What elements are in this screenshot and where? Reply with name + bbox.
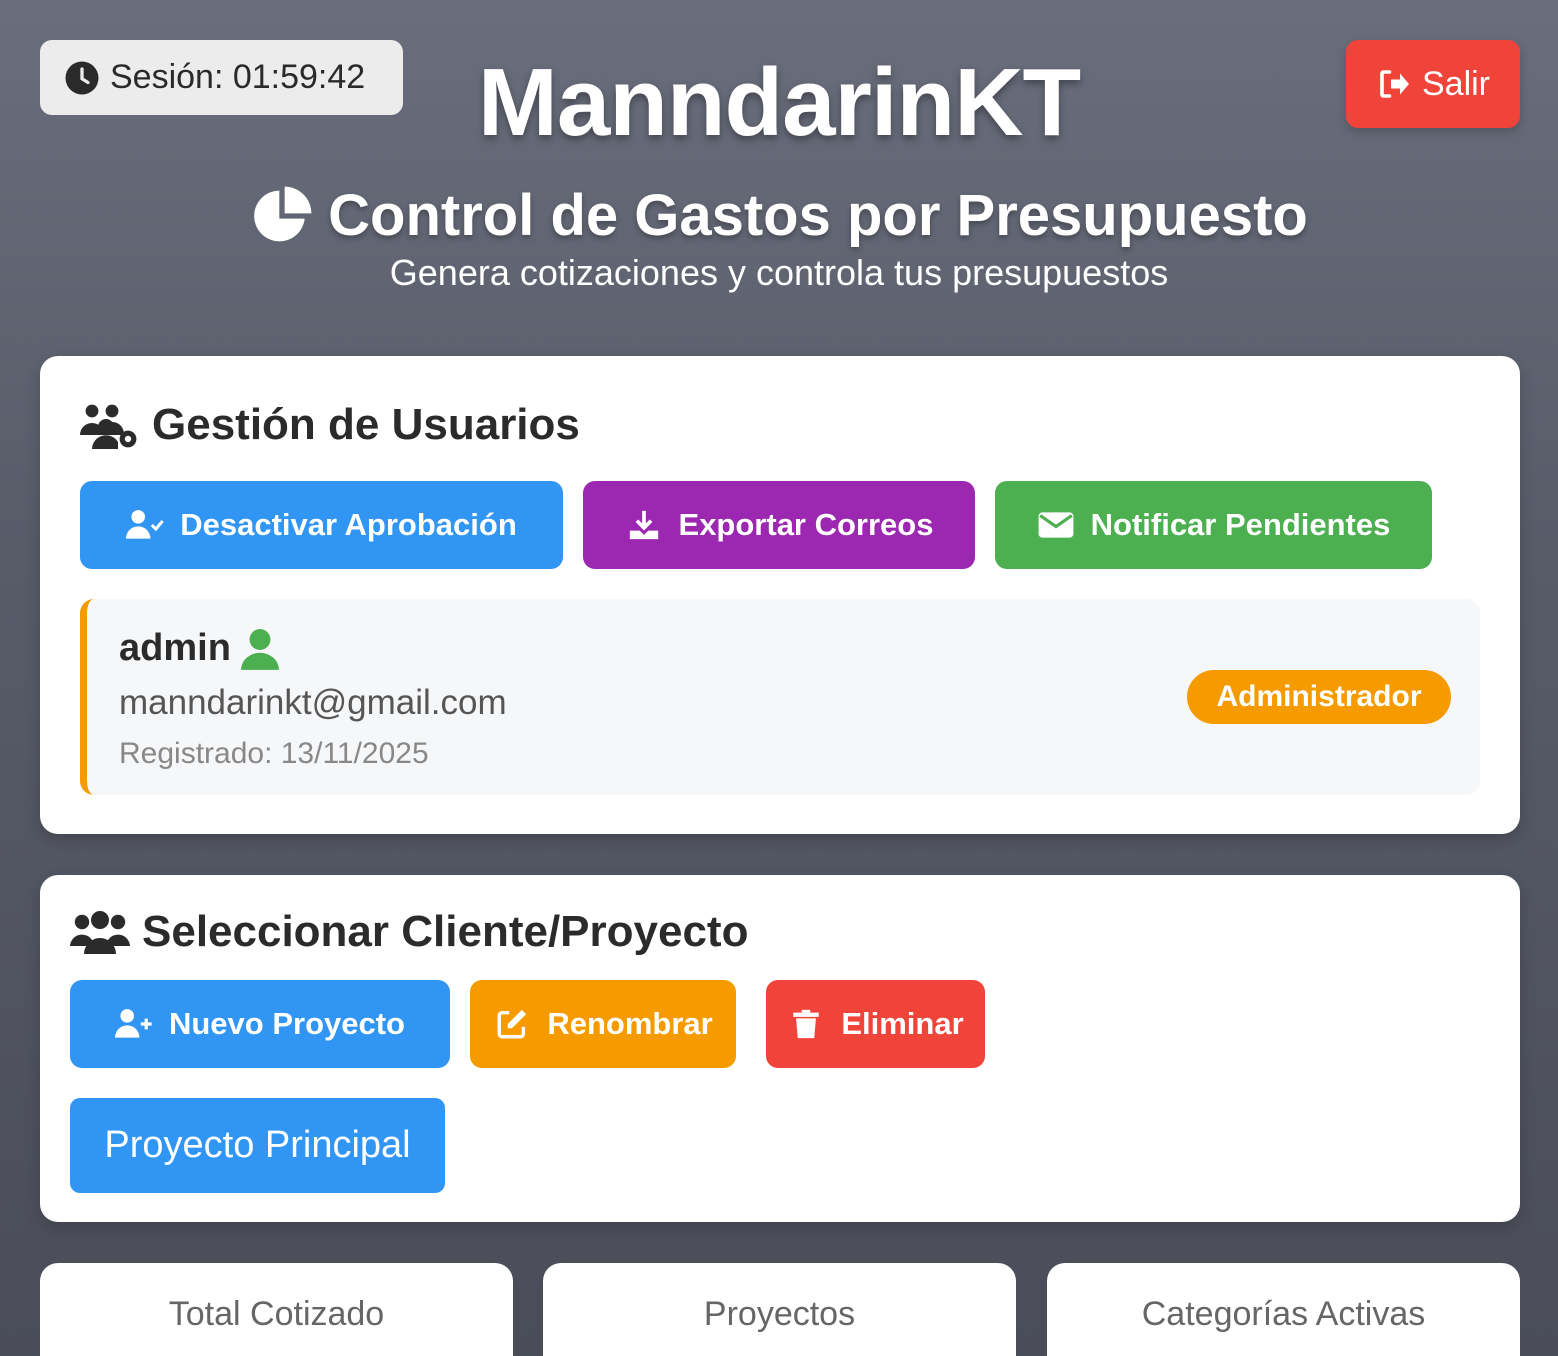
role-badge: Administrador [1187,670,1451,724]
disable-approval-button[interactable]: Desactivar Aprobación [80,481,563,569]
user-name: admin [119,627,279,670]
envelope-icon [1038,512,1074,538]
rename-label: Renombrar [547,1006,713,1041]
users-gear-icon [80,404,137,449]
project-select-label: Seleccionar Cliente/Proyecto [142,907,749,956]
user-management-label: Gestión de Usuarios [152,400,580,449]
tagline: Genera cotizaciones y controla tus presu… [389,252,1169,293]
user-icon [240,628,279,670]
user-list-item: admin manndarinkt@gmail.com Registrado: … [80,599,1480,795]
edit-icon [497,1009,527,1039]
notify-pending-button[interactable]: Notificar Pendientes [995,481,1432,569]
download-icon [629,510,658,540]
stat-active-categories-label: Categorías Activas [1141,1295,1426,1333]
user-registered-date: Registrado: 13/11/2025 [119,737,429,770]
project-select-title: Seleccionar Cliente/Proyecto [70,907,748,957]
user-email: manndarinkt@gmail.com [119,683,507,722]
app-title: ManndarinKT [477,49,1081,156]
export-emails-label: Exportar Correos [678,507,934,542]
new-project-label: Nuevo Proyecto [168,1006,405,1041]
project-item-principal[interactable]: Proyecto Principal [70,1098,445,1193]
notify-pending-label: Notificar Pendientes [1090,507,1391,542]
user-management-title: Gestión de Usuarios [80,400,580,450]
stat-total-quoted: Total Cotizado [40,1263,513,1356]
stat-total-quoted-label: Total Cotizado [168,1295,385,1333]
new-project-button[interactable]: Nuevo Proyecto [70,980,450,1068]
project-select-card: Seleccionar Cliente/Proyecto Nuevo Proye… [40,875,1520,1222]
delete-button[interactable]: Eliminar [766,980,985,1068]
user-management-card: Gestión de Usuarios Desactivar Aprobació… [40,356,1520,834]
stat-active-categories: Categorías Activas [1047,1263,1520,1356]
user-name-text: admin [119,627,231,669]
export-emails-button[interactable]: Exportar Correos [583,481,975,569]
stat-projects: Proyectos [543,1263,1016,1356]
disable-approval-label: Desactivar Aprobación [180,507,517,542]
user-check-icon [126,510,165,539]
subtitle-text: Control de Gastos por Presupuesto [328,183,1308,248]
rename-button[interactable]: Renombrar [470,980,736,1068]
delete-label: Eliminar [841,1006,964,1041]
users-icon [70,911,130,954]
user-plus-icon [114,1009,152,1038]
pie-chart-icon [254,186,312,241]
trash-icon [793,1009,820,1039]
stat-projects-label: Proyectos [703,1295,856,1333]
page-subtitle: Control de Gastos por Presupuesto [0,182,1558,249]
